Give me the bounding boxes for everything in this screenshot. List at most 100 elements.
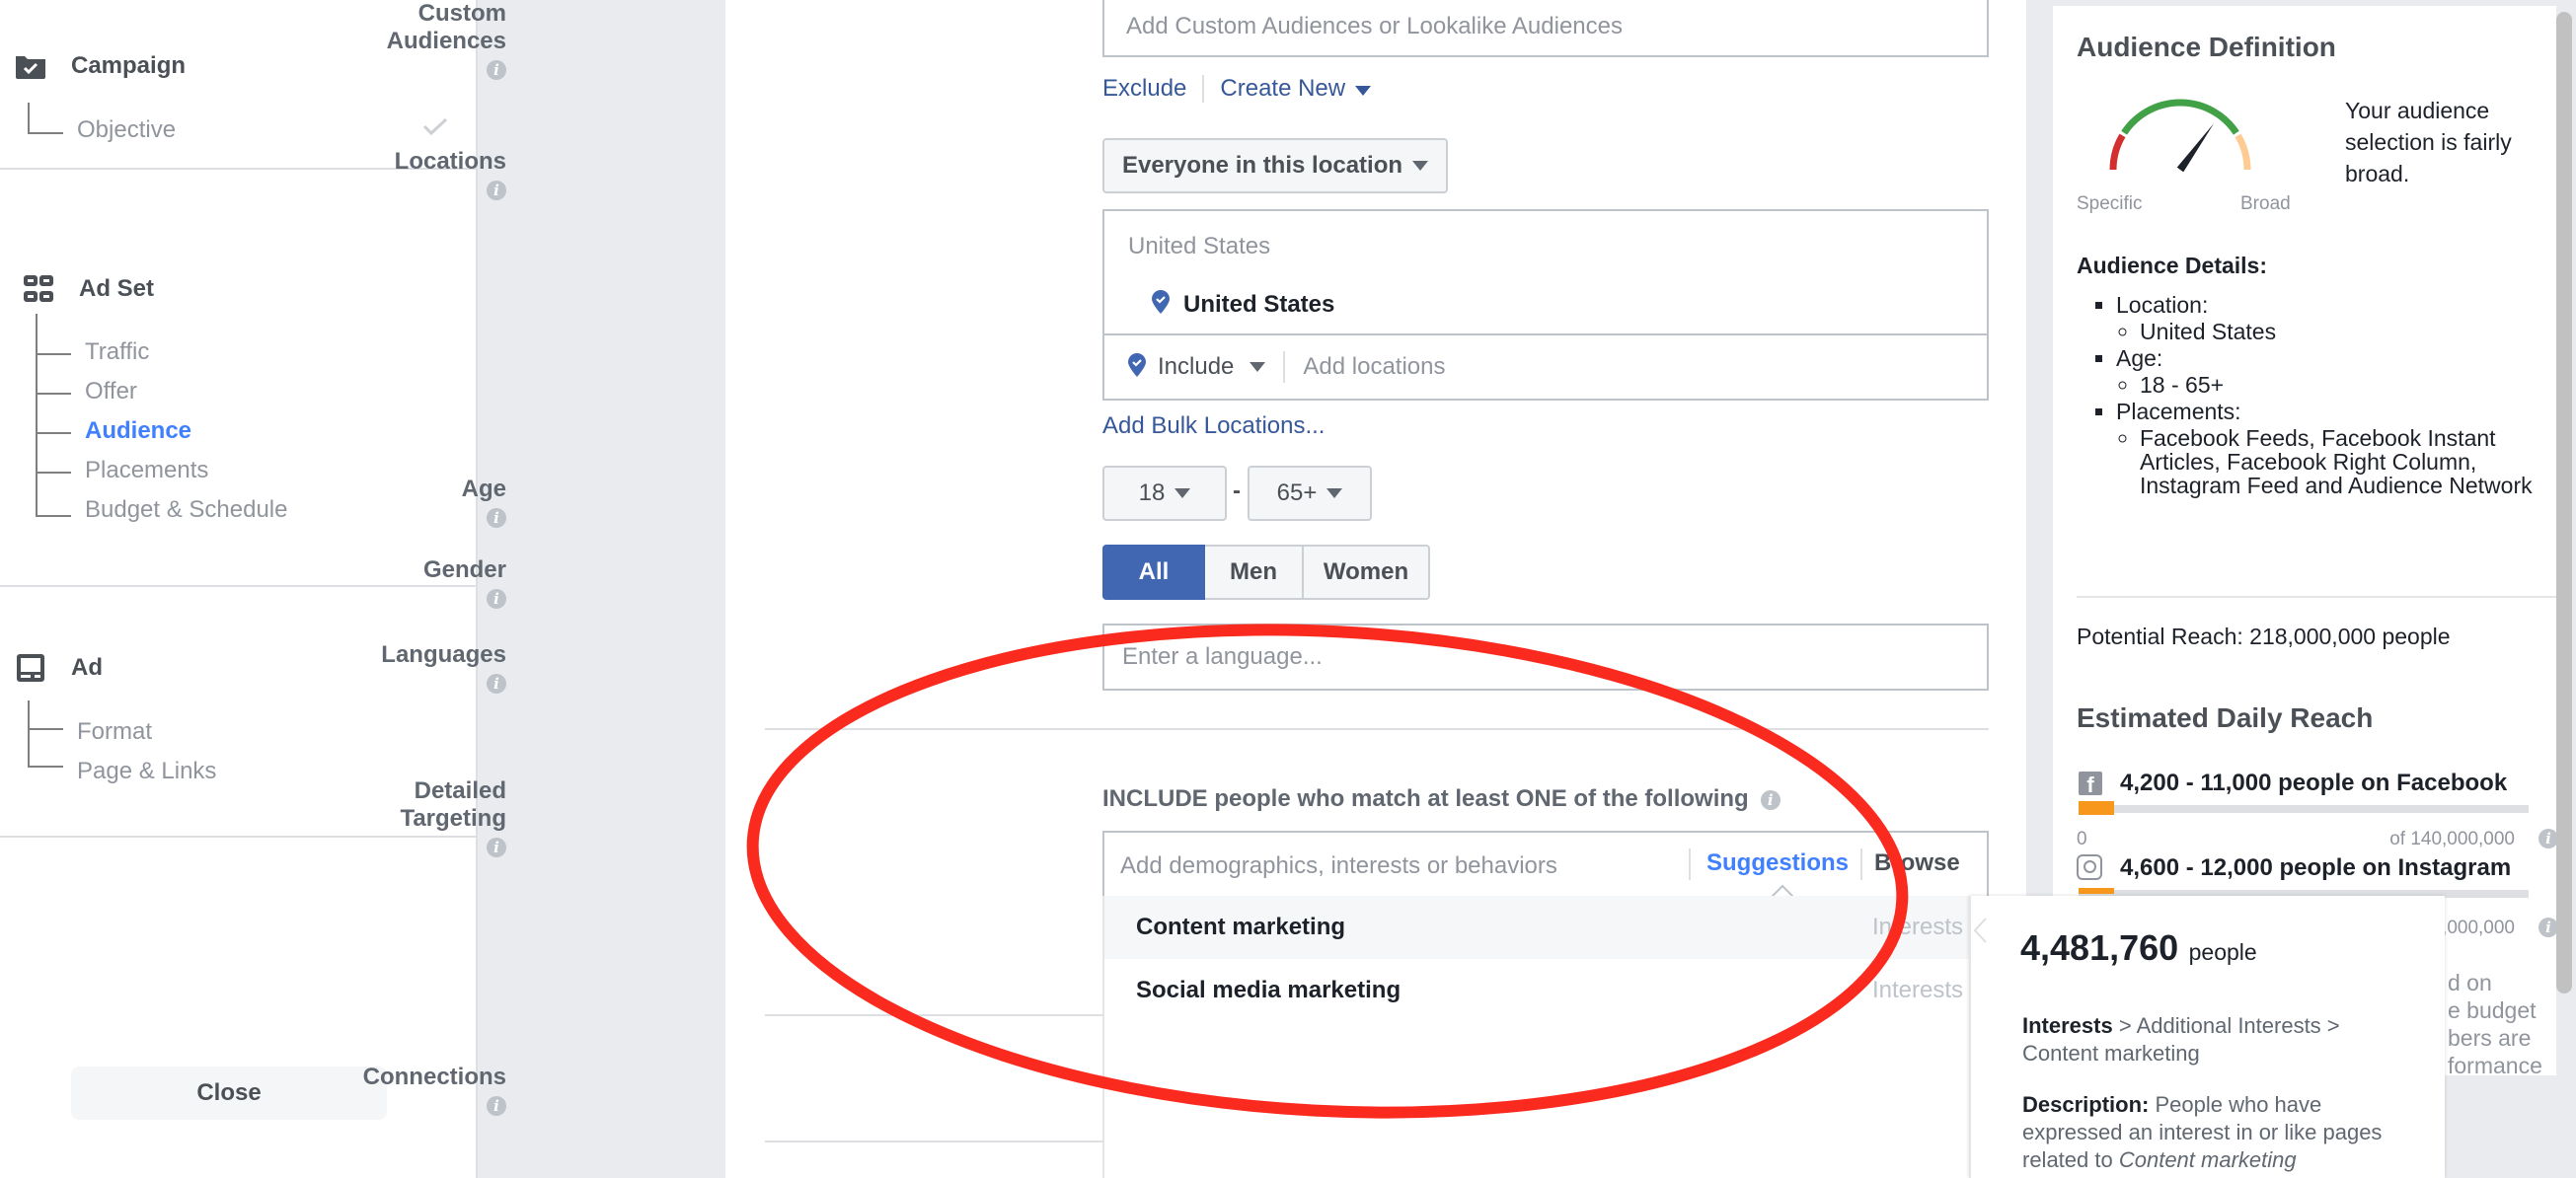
sidebar-item-format[interactable]: Format: [77, 718, 152, 746]
info-icon[interactable]: i: [487, 59, 506, 80]
instagram-reach-bar-fill: [2079, 888, 2115, 894]
custom-audiences-label: Custom Audiencesi: [386, 0, 506, 80]
info-icon[interactable]: i: [487, 673, 506, 694]
detailed-targeting-input[interactable]: Add demographics, interests or behaviors…: [1102, 831, 1989, 898]
note-line: d on: [2448, 970, 2492, 995]
tree-line: [36, 515, 71, 517]
gender-women-button[interactable]: Women: [1304, 545, 1430, 600]
instagram-icon: [2077, 854, 2102, 880]
interest-detail-popup: 4,481,760 people Interests > Additional …: [1969, 896, 2445, 1178]
gender-men-button[interactable]: Men: [1205, 545, 1304, 600]
tree-line: [28, 728, 63, 730]
audience-detail-item: Placements:Facebook Feeds, Facebook Inst…: [2116, 397, 2550, 497]
suggestion-row-content-marketing[interactable]: Content marketing Interests: [1104, 896, 1989, 959]
ad-monitor-icon: [14, 653, 47, 683]
tree-line: [36, 472, 71, 474]
browse-tab[interactable]: Browse: [1874, 849, 1960, 877]
info-icon[interactable]: i: [487, 837, 506, 857]
divider: [2077, 596, 2556, 598]
facebook-reach-text: 4,200 - 11,000 people on Facebook: [2120, 770, 2508, 796]
caret-down-icon: [1326, 488, 1343, 498]
selected-location-chip[interactable]: United States: [1152, 290, 1334, 319]
create-new-dropdown[interactable]: Create New: [1220, 75, 1372, 103]
audience-form: Custom Audiencesi Add Custom Audiences o…: [363, 0, 2026, 1178]
checkmark-icon: [422, 116, 448, 141]
location-group-title: United States: [1128, 233, 1271, 259]
info-icon[interactable]: i: [2538, 829, 2558, 848]
caret-down-icon: [1174, 488, 1191, 498]
age-min-dropdown[interactable]: 18: [1102, 466, 1227, 521]
sidebar-ad-label: Ad: [71, 654, 103, 681]
suggestions-tab[interactable]: Suggestions: [1706, 849, 1849, 877]
grid-icon: [22, 274, 55, 304]
audience-details-title: Audience Details:: [2077, 253, 2267, 278]
popup-pointer-icon: [1973, 918, 1987, 943]
location-mode-dropdown[interactable]: Everyone in this location: [1102, 138, 1448, 193]
tree-line: [28, 700, 30, 768]
sidebar-item-page-links[interactable]: Page & Links: [77, 758, 216, 785]
tree-line: [36, 432, 71, 434]
sidebar-item-objective[interactable]: Objective: [77, 116, 176, 144]
age-max-dropdown[interactable]: 65+: [1248, 466, 1372, 521]
locations-label: Locationsi: [394, 148, 506, 200]
facebook-reach-max: of 140,000,000: [2389, 829, 2515, 849]
connections-label: Connectionsi: [362, 1064, 506, 1116]
note-line: bers are: [2448, 1025, 2532, 1051]
divider: [765, 1014, 1102, 1016]
scrollbar[interactable]: [2556, 12, 2572, 994]
add-locations-row: Include Add locations: [1102, 333, 1989, 401]
divider: [765, 1141, 1102, 1142]
audience-details-list: Location:United StatesAge:18 - 65+Placem…: [2077, 290, 2550, 497]
caret-down-icon: [1355, 86, 1372, 96]
add-bulk-locations-link[interactable]: Add Bulk Locations...: [1102, 412, 1325, 440]
sidebar-item-budget-schedule[interactable]: Budget & Schedule: [85, 496, 288, 524]
audience-detail-value: Facebook Feeds, Facebook Instant Article…: [2140, 426, 2550, 497]
tree-line: [36, 393, 71, 395]
sidebar-section-ad[interactable]: Ad: [14, 653, 103, 683]
gauge-specific-label: Specific: [2077, 193, 2143, 214]
info-icon[interactable]: i: [487, 1095, 506, 1116]
audience-detail-value: United States: [2140, 320, 2550, 343]
estimated-daily-reach-title: Estimated Daily Reach: [2077, 702, 2374, 733]
custom-audiences-input[interactable]: Add Custom Audiences or Lookalike Audien…: [1102, 0, 1989, 57]
separator: [1860, 848, 1862, 880]
languages-input[interactable]: Enter a language...: [1102, 624, 1989, 691]
info-icon[interactable]: i: [2538, 918, 2558, 937]
audience-breadth-gauge: [2109, 99, 2251, 172]
sidebar-section-campaign[interactable]: Campaign: [14, 51, 186, 81]
separator: [1283, 351, 1286, 383]
info-icon[interactable]: i: [487, 588, 506, 609]
include-dropdown[interactable]: Include: [1158, 353, 1266, 381]
divider: [765, 728, 1989, 730]
facebook-reach-bar-fill: [2079, 801, 2115, 815]
folder-check-icon: [14, 51, 47, 81]
sidebar-item-audience[interactable]: Audience: [85, 417, 191, 445]
location-pin-icon: [1152, 290, 1170, 319]
separator: [1689, 848, 1691, 880]
info-icon[interactable]: i: [1760, 789, 1780, 810]
sidebar-item-offer[interactable]: Offer: [85, 378, 137, 405]
suggestion-row-social-media-marketing[interactable]: Social media marketing Interests: [1104, 959, 1989, 1022]
gauge-defined-segment: [2121, 99, 2239, 135]
divider: [0, 585, 478, 587]
audience-definition-title: Audience Definition: [2077, 32, 2336, 62]
sidebar-item-placements[interactable]: Placements: [85, 457, 208, 484]
close-button[interactable]: Close: [71, 1067, 387, 1120]
tree-line: [36, 314, 38, 517]
interest-path: Interests > Additional Interests > Conte…: [2022, 1013, 2340, 1066]
info-icon[interactable]: i: [487, 180, 506, 200]
suggestions-dropdown: Content marketing Interests Social media…: [1102, 896, 1991, 1178]
exclude-link[interactable]: Exclude: [1102, 75, 1186, 103]
sidebar-item-traffic[interactable]: Traffic: [85, 338, 149, 366]
info-icon[interactable]: i: [487, 507, 506, 528]
add-locations-input[interactable]: Add locations: [1303, 353, 1445, 381]
sidebar-campaign-label: Campaign: [71, 52, 187, 79]
sidebar-section-adset[interactable]: Ad Set: [22, 274, 154, 304]
interest-audience-size: 4,481,760 people: [2020, 927, 2257, 968]
caret-down-icon: [1250, 362, 1266, 372]
gender-label: Genderi: [422, 556, 506, 609]
note-line: formance: [2448, 1053, 2542, 1075]
gender-all-button[interactable]: All: [1102, 545, 1205, 600]
age-separator: -: [1233, 478, 1241, 504]
audience-summary: Your audience selection is fairly broad.: [2345, 98, 2512, 186]
